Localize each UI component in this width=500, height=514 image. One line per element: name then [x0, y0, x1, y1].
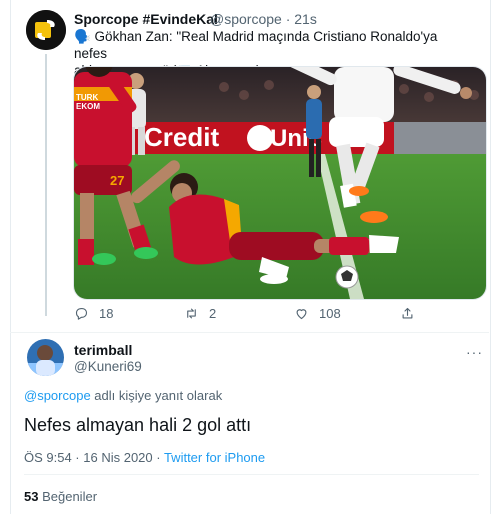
divider — [10, 332, 489, 333]
reply-timestamp[interactable]: ÖS 9:54 · 16 Nis 2020 · — [24, 450, 164, 465]
tweet-author-handle[interactable]: @sporcope — [210, 11, 282, 27]
retweet-icon[interactable] — [184, 306, 199, 321]
terimball-avatar[interactable] — [27, 339, 64, 376]
likes-label: Beğeniler — [42, 489, 98, 504]
likes-count: 53 — [24, 489, 39, 504]
tweet-author-name[interactable]: Sporcope #EvindeKal — [74, 11, 218, 27]
tweet-time[interactable]: 21s — [294, 11, 317, 27]
like-icon[interactable] — [294, 306, 309, 321]
tweet-author-handle-and-time[interactable]: @sporcope · 21s — [210, 11, 317, 27]
jersey-sponsor: TURK — [76, 93, 98, 102]
football-photo-illustration: Credit Unic TURK EKOM 27 — [74, 67, 486, 299]
reply-icon[interactable] — [74, 306, 89, 321]
time-separator: · — [285, 11, 291, 27]
likes-summary[interactable]: 53 Beğeniler — [24, 489, 97, 504]
like-action[interactable]: 108 — [294, 306, 341, 321]
ad-board-text: Credit — [144, 122, 219, 152]
replying-to: @sporcope adlı kişiye yanıt olarak — [24, 388, 222, 403]
reply-text: Nefes almayan hali 2 gol attı — [24, 415, 252, 435]
reply-meta: ÖS 9:54 · 16 Nis 2020 · Twitter for iPho… — [24, 450, 265, 465]
replying-to-label: adlı kişiye yanıt olarak — [90, 388, 223, 403]
tweet-photo[interactable]: Credit Unic TURK EKOM 27 — [73, 66, 487, 300]
more-options-icon[interactable]: ··· — [466, 344, 483, 360]
jersey-number: 27 — [110, 173, 124, 188]
reply-count: 18 — [99, 306, 114, 321]
tweet-text-line-1: 🗣️ Gökhan Zan: "Real Madrid maçında Cris… — [74, 29, 438, 61]
tweet-actions: 18 2 108 — [74, 306, 484, 322]
reply-action[interactable]: 18 — [74, 306, 113, 321]
reply-author-name[interactable]: terimball — [74, 342, 132, 358]
like-count: 108 — [319, 306, 341, 321]
share-icon[interactable] — [400, 306, 415, 321]
divider — [24, 474, 479, 475]
svg-text:EKOM: EKOM — [76, 102, 100, 111]
reply-mention-link[interactable]: @sporcope — [24, 388, 91, 403]
reply-author-handle[interactable]: @Kuneri69 — [74, 359, 142, 374]
reply-source-link[interactable]: Twitter for iPhone — [164, 450, 265, 465]
thread-line — [45, 54, 47, 316]
share-action[interactable] — [400, 306, 415, 321]
retweet-count: 2 — [209, 306, 217, 321]
sporcope-avatar[interactable] — [26, 10, 66, 50]
retweet-action[interactable]: 2 — [184, 306, 216, 321]
